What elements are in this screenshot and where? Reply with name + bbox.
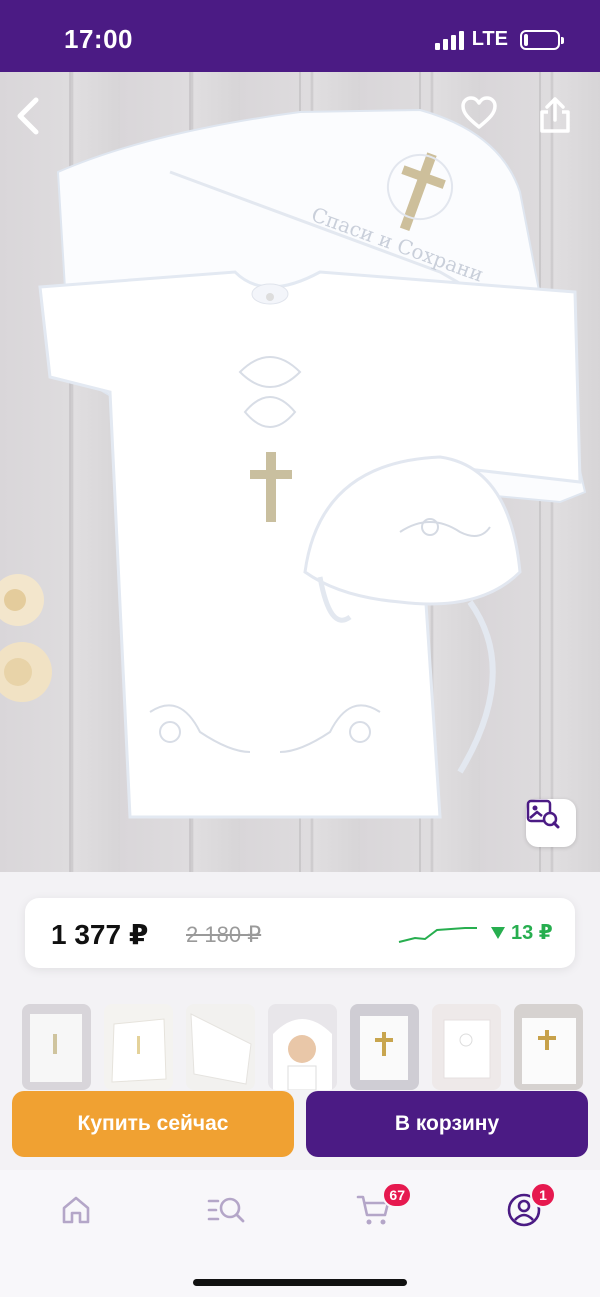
home-indicator <box>193 1279 407 1286</box>
chevron-left-icon <box>17 97 39 135</box>
arrow-down-icon <box>491 926 505 939</box>
thumbnail[interactable] <box>432 1004 501 1090</box>
share-icon <box>540 97 570 133</box>
product-photo: Спаси и Сохрани <box>0 72 587 872</box>
price-drop: 13 ₽ <box>491 920 553 945</box>
nav-cart[interactable]: 67 <box>350 1182 412 1232</box>
status-indicators: LTE <box>434 28 564 51</box>
thumbnail[interactable] <box>350 1004 419 1090</box>
status-bar: 17:00 LTE <box>0 0 600 72</box>
favorite-button[interactable] <box>460 96 508 144</box>
thumbnail[interactable] <box>22 1004 91 1090</box>
network-type: LTE <box>471 28 508 50</box>
heart-icon <box>461 96 497 129</box>
visual-search-button[interactable] <box>526 799 576 847</box>
flower-decoration <box>0 574 52 702</box>
nav-catalog[interactable] <box>202 1188 250 1232</box>
thumbnail-strip <box>22 1004 583 1090</box>
signal-icon <box>434 30 464 50</box>
catalog-search-icon <box>207 1197 245 1223</box>
battery-icon <box>520 29 564 50</box>
thumbnail[interactable] <box>186 1004 255 1090</box>
add-to-cart-button[interactable]: В корзину <box>306 1091 588 1157</box>
nav-profile[interactable]: 1 <box>500 1182 556 1232</box>
thumbnail[interactable] <box>514 1004 583 1090</box>
share-button[interactable] <box>538 96 586 144</box>
profile-notification-badge: 1 <box>530 1182 556 1208</box>
image-search-icon <box>526 799 560 829</box>
buy-now-button[interactable]: Купить сейчас <box>12 1091 294 1157</box>
cart-count-badge: 67 <box>382 1182 412 1208</box>
old-price: 2 180 ₽ <box>186 922 262 947</box>
status-time: 17:00 <box>64 24 133 54</box>
back-button[interactable] <box>14 96 62 144</box>
home-icon <box>62 1196 90 1224</box>
nav-home[interactable] <box>52 1188 100 1232</box>
product-image[interactable]: Спаси и Сохрани <box>0 72 600 872</box>
price-drop-value: 13 ₽ <box>511 922 553 944</box>
current-price: 1 377 ₽ <box>51 919 149 950</box>
thumbnail[interactable] <box>104 1004 173 1090</box>
price-card[interactable]: 1 377 ₽ 2 180 ₽ 13 ₽ <box>25 898 575 968</box>
bottom-navigation: 67 1 <box>0 1170 600 1297</box>
price-trend-chart <box>398 927 477 943</box>
thumbnail[interactable] <box>268 1004 337 1090</box>
